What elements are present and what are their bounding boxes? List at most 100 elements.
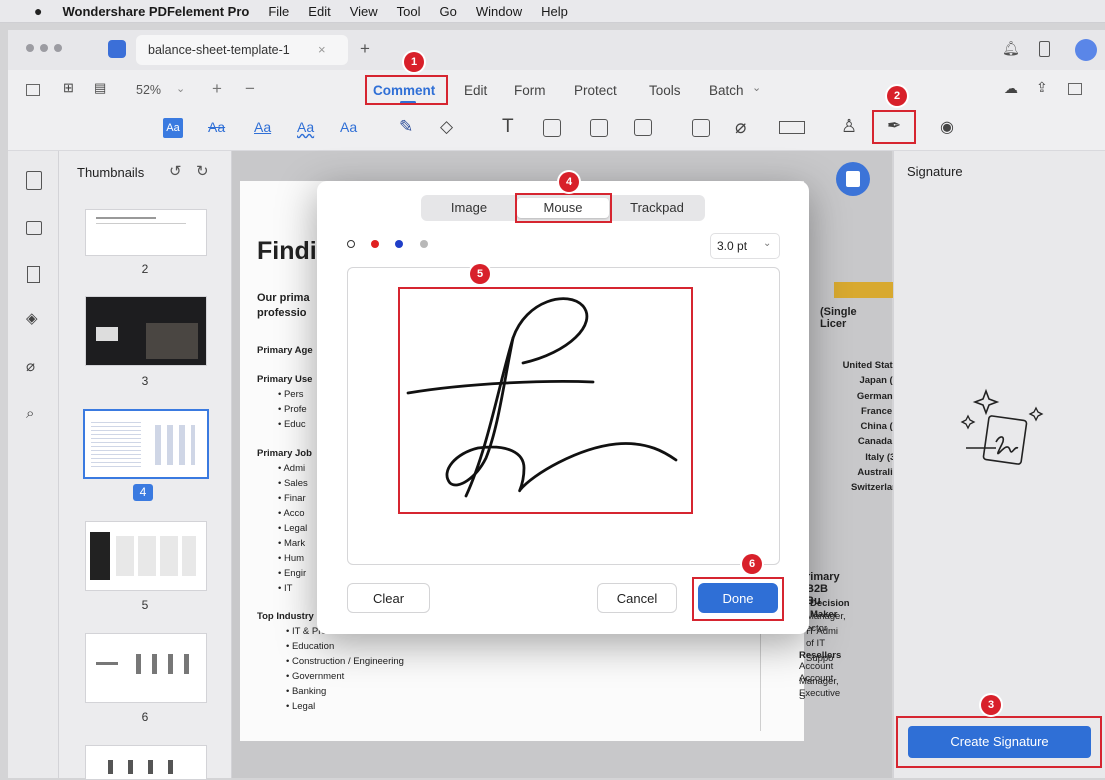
- job-item: • Engir: [278, 568, 307, 579]
- job-item: • Acco: [278, 508, 305, 519]
- tab-protect[interactable]: Protect: [574, 83, 617, 98]
- pages-icon[interactable]: [26, 171, 42, 190]
- primary-job-label: Primary Job: [257, 448, 312, 459]
- zoom-dropdown-icon[interactable]: ⌄: [176, 82, 185, 95]
- signature-panel: Signature Create Signature: [893, 151, 1105, 778]
- comments-icon[interactable]: [26, 221, 42, 235]
- country-item: France (: [861, 405, 898, 417]
- grid-view-icon[interactable]: ⊞: [63, 80, 74, 96]
- tab-image[interactable]: Image: [425, 198, 513, 218]
- country-item: Japan (1: [859, 375, 898, 387]
- cancel-button[interactable]: Cancel: [597, 583, 677, 613]
- rotate-left-icon[interactable]: ↺: [169, 162, 182, 180]
- avatar[interactable]: [1075, 39, 1097, 61]
- app-menu[interactable]: Wondershare PDFelement Pro: [62, 4, 249, 19]
- tab-batch[interactable]: Batch: [709, 83, 744, 98]
- pen-icon[interactable]: ✎: [399, 117, 413, 137]
- callout-badge-6: 6: [742, 554, 762, 574]
- search-icon[interactable]: ⌕: [26, 405, 34, 422]
- eraser-icon[interactable]: ◇: [440, 117, 453, 137]
- rotate-right-icon[interactable]: ↻: [196, 162, 209, 180]
- thumbnail-page-4[interactable]: [83, 409, 209, 479]
- tab-form[interactable]: Form: [514, 83, 546, 98]
- thumbnails-title: Thumbnails: [77, 165, 145, 180]
- eye-icon[interactable]: ◉: [940, 117, 954, 137]
- color-gray[interactable]: [420, 240, 428, 248]
- primary-use-label: Primary Use: [257, 374, 313, 385]
- menu-go[interactable]: Go: [440, 4, 457, 19]
- window-zoom-button[interactable]: [54, 44, 62, 52]
- callout-badge-2: 2: [887, 86, 907, 106]
- tab-trackpad[interactable]: Trackpad: [613, 198, 701, 218]
- job-list: • Admi • Sales • Finar • Acco • Legal • …: [278, 461, 308, 596]
- country-item: Switzerlan: [851, 482, 898, 494]
- attachments-icon[interactable]: ⌀: [26, 357, 35, 375]
- attachment-icon[interactable]: ⌀: [735, 116, 746, 139]
- menu-help[interactable]: Help: [541, 4, 568, 19]
- layers-icon[interactable]: ◈: [26, 309, 38, 327]
- highlight-text-icon[interactable]: Aa: [163, 118, 183, 138]
- squiggly-icon[interactable]: Aa: [297, 119, 314, 135]
- primary-age-label: Primary Age: [257, 345, 313, 356]
- measure-icon[interactable]: [779, 121, 805, 134]
- menu-view[interactable]: View: [350, 4, 378, 19]
- text-field-icon[interactable]: [543, 119, 561, 137]
- callout-icon[interactable]: [590, 119, 608, 137]
- country-item: Canada (: [857, 436, 898, 448]
- intro-line-2: professio: [257, 307, 307, 319]
- tab-tools[interactable]: Tools: [649, 83, 681, 98]
- callout-box-signature-tool: [872, 110, 916, 144]
- stamp-icon[interactable]: ♙: [841, 116, 857, 137]
- new-tab-button[interactable]: +: [360, 39, 370, 59]
- rectangle-icon[interactable]: [692, 119, 710, 137]
- insert-text-icon[interactable]: Aa: [340, 119, 357, 135]
- thumbnail-page-7[interactable]: [85, 745, 207, 780]
- window-minimize-button[interactable]: [40, 44, 48, 52]
- sidebar-toggle-icon[interactable]: [26, 84, 40, 96]
- ai-assistant-button[interactable]: [836, 162, 870, 196]
- color-blue[interactable]: [395, 240, 403, 248]
- window-close-button[interactable]: [26, 44, 34, 52]
- tab-edit[interactable]: Edit: [464, 83, 487, 98]
- top-industry-label: Top Industry: [257, 611, 314, 622]
- clear-button[interactable]: Clear: [347, 583, 430, 613]
- job-item: • Legal: [278, 523, 308, 534]
- device-icon[interactable]: [1039, 41, 1050, 57]
- right-panel-toggle-icon[interactable]: [1068, 83, 1082, 95]
- menu-window[interactable]: Window: [476, 4, 522, 19]
- main-toolbar: ⊞ ▤ 52% ⌄ + − Comment Edit Form Protect …: [8, 70, 1105, 110]
- color-red[interactable]: [371, 240, 379, 248]
- apple-icon[interactable]: ●: [34, 3, 42, 19]
- underline-icon[interactable]: Aa: [254, 119, 271, 135]
- close-tab-icon[interactable]: ×: [318, 42, 326, 57]
- menu-file[interactable]: File: [268, 4, 289, 19]
- app-logo-icon: [108, 40, 126, 58]
- zoom-in-button[interactable]: +: [212, 79, 222, 99]
- text-box-icon[interactable]: T: [502, 116, 514, 138]
- share-icon[interactable]: ⇪: [1036, 79, 1048, 96]
- license-title: (Single Licer: [820, 306, 857, 330]
- country-item: Australia: [857, 467, 898, 479]
- callout-box-comment: [365, 75, 448, 105]
- job-item: • Admi: [278, 463, 306, 474]
- color-black-selected[interactable]: [347, 240, 355, 248]
- thumbnail-page-6[interactable]: [85, 633, 207, 703]
- cloud-icon[interactable]: ☁︎: [1004, 80, 1018, 97]
- note-icon[interactable]: [634, 119, 652, 136]
- thumbnail-page-3[interactable]: [85, 296, 207, 366]
- document-tab[interactable]: balance-sheet-template-1 ×: [136, 35, 348, 65]
- signature-placeholder-icon: [960, 388, 1044, 465]
- thumbnail-page-5[interactable]: [85, 521, 207, 591]
- page-number-5: 5: [141, 598, 149, 612]
- thumbnail-page-2[interactable]: [85, 209, 207, 256]
- page-number-6: 6: [141, 710, 149, 724]
- menu-tool[interactable]: Tool: [397, 4, 421, 19]
- bell-icon[interactable]: 🔔︎: [1002, 40, 1020, 57]
- strikethrough-icon[interactable]: Aa: [208, 119, 225, 135]
- menu-edit[interactable]: Edit: [308, 4, 330, 19]
- zoom-out-button[interactable]: −: [245, 79, 255, 99]
- bookmark-icon[interactable]: [27, 266, 40, 283]
- stroke-width-select[interactable]: 3.0 pt ⌄: [710, 233, 780, 259]
- page-view-icon[interactable]: ▤: [94, 80, 106, 96]
- zoom-level[interactable]: 52%: [136, 83, 161, 97]
